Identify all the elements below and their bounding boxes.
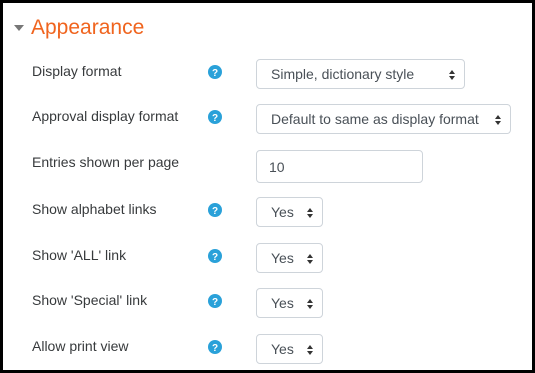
field-label: Show alphabet links — [32, 201, 157, 217]
entries-per-page-input[interactable]: 10 — [256, 150, 423, 183]
svg-text:?: ? — [212, 206, 218, 217]
section-title: Appearance — [31, 16, 145, 39]
field-label: Entries shown per page — [32, 154, 180, 170]
field-label: Approval display format — [32, 108, 179, 124]
svg-text:?: ? — [212, 343, 218, 354]
display-format-select[interactable]: Simple, dictionary style — [256, 59, 465, 89]
select-value: Default to same as display format — [271, 111, 479, 127]
chevron-up-down-icon — [307, 345, 313, 355]
field-allow-print-view: Allow print view ? Yes — [3, 334, 532, 370]
help-icon[interactable]: ? — [208, 294, 222, 308]
field-label: Show 'Special' link — [32, 292, 148, 308]
section-header-appearance[interactable]: Appearance — [13, 17, 144, 39]
select-value: Yes — [271, 341, 294, 357]
chevron-up-down-icon — [449, 70, 455, 80]
field-label: Allow print view — [32, 338, 129, 354]
svg-text:?: ? — [212, 68, 218, 79]
field-label: Display format — [32, 63, 122, 79]
help-icon[interactable]: ? — [208, 340, 222, 354]
field-display-format: Display format ? Simple, dictionary styl… — [3, 59, 532, 96]
chevron-up-down-icon — [307, 208, 313, 218]
show-all-link-select[interactable]: Yes — [256, 243, 323, 273]
chevron-up-down-icon — [307, 299, 313, 309]
help-icon[interactable]: ? — [208, 203, 222, 217]
select-value: Yes — [271, 204, 294, 220]
svg-text:?: ? — [212, 297, 218, 308]
select-value: Yes — [271, 295, 294, 311]
select-value: Simple, dictionary style — [271, 66, 415, 82]
help-icon[interactable]: ? — [208, 110, 222, 124]
select-value: Yes — [271, 250, 294, 266]
field-show-all-link: Show 'ALL' link ? Yes — [3, 243, 532, 280]
field-show-special-link: Show 'Special' link ? Yes — [3, 288, 532, 325]
field-approval-display-format: Approval display format ? Default to sam… — [3, 104, 532, 141]
allow-print-view-select[interactable]: Yes — [256, 334, 323, 364]
show-alphabet-links-select[interactable]: Yes — [256, 197, 323, 227]
field-entries-per-page: Entries shown per page 10 — [3, 150, 532, 187]
approval-display-format-select[interactable]: Default to same as display format — [256, 104, 511, 134]
svg-text:?: ? — [212, 252, 218, 263]
show-special-link-select[interactable]: Yes — [256, 288, 323, 318]
field-label: Show 'ALL' link — [32, 247, 127, 263]
triangle-down-icon[interactable] — [13, 22, 25, 34]
help-icon[interactable]: ? — [208, 65, 222, 79]
field-show-alphabet-links: Show alphabet links ? Yes — [3, 197, 532, 234]
chevron-up-down-icon — [495, 115, 501, 125]
svg-text:?: ? — [212, 113, 218, 124]
help-icon[interactable]: ? — [208, 249, 222, 263]
settings-panel: Appearance Display format ? Simple, dict… — [0, 0, 535, 373]
chevron-up-down-icon — [307, 254, 313, 264]
